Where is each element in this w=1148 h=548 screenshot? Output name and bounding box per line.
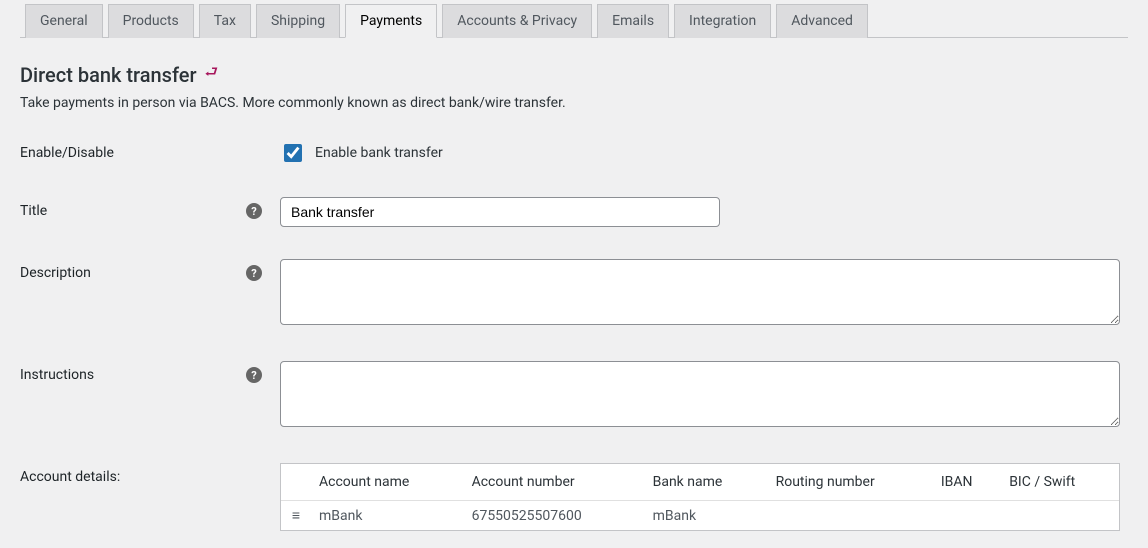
tab-tax[interactable]: Tax: [199, 4, 251, 38]
col-bank-name: Bank name: [645, 464, 768, 501]
tab-advanced[interactable]: Advanced: [776, 4, 868, 38]
col-sort: [281, 464, 311, 501]
page-title-row: Direct bank transfer ⮐: [20, 62, 1128, 87]
description-textarea[interactable]: [280, 259, 1120, 325]
enable-checkbox[interactable]: [284, 144, 302, 162]
tab-accounts-privacy[interactable]: Accounts & Privacy: [442, 4, 592, 38]
col-iban: IBAN: [933, 464, 1001, 501]
title-help-icon[interactable]: ?: [246, 203, 262, 219]
cell-account-number[interactable]: 67550525507600: [464, 501, 645, 531]
account-details-label: Account details:: [20, 469, 120, 485]
page-subtitle: Take payments in person via BACS. More c…: [20, 95, 1128, 111]
enable-label: Enable/Disable: [20, 145, 114, 161]
description-label: Description: [20, 265, 91, 281]
instructions-textarea[interactable]: [280, 361, 1120, 427]
title-input[interactable]: [280, 197, 720, 227]
table-row[interactable]: ≡ mBank 67550525507600 mBank: [281, 501, 1119, 531]
col-routing-number: Routing number: [768, 464, 933, 501]
cell-bic[interactable]: [1001, 501, 1119, 531]
cell-bank-name[interactable]: mBank: [645, 501, 768, 531]
drag-handle-icon[interactable]: ≡: [281, 501, 311, 531]
tab-shipping[interactable]: Shipping: [256, 4, 340, 38]
tab-payments[interactable]: Payments: [345, 4, 437, 38]
enable-checkbox-wrap[interactable]: Enable bank transfer: [280, 139, 1128, 165]
tab-emails[interactable]: Emails: [597, 4, 669, 38]
tab-general[interactable]: General: [25, 4, 103, 38]
title-label: Title: [20, 203, 47, 219]
return-icon[interactable]: ⮐: [205, 62, 219, 87]
col-bic: BIC / Swift: [1001, 464, 1119, 501]
account-details-table-wrap: Account name Account number Bank name Ro…: [280, 463, 1120, 531]
settings-tabs: General Products Tax Shipping Payments A…: [20, 0, 1128, 38]
cell-iban[interactable]: [933, 501, 1001, 531]
tab-products[interactable]: Products: [108, 4, 194, 38]
cell-account-name[interactable]: mBank: [311, 501, 464, 531]
instructions-help-icon[interactable]: ?: [246, 367, 262, 383]
description-help-icon[interactable]: ?: [246, 265, 262, 281]
tab-integration[interactable]: Integration: [674, 4, 771, 38]
enable-checkbox-label: Enable bank transfer: [315, 145, 443, 161]
col-account-number: Account number: [464, 464, 645, 501]
instructions-label: Instructions: [20, 367, 94, 383]
col-account-name: Account name: [311, 464, 464, 501]
account-details-table: Account name Account number Bank name Ro…: [281, 464, 1119, 530]
page-title: Direct bank transfer: [20, 63, 197, 87]
cell-routing-number[interactable]: [768, 501, 933, 531]
